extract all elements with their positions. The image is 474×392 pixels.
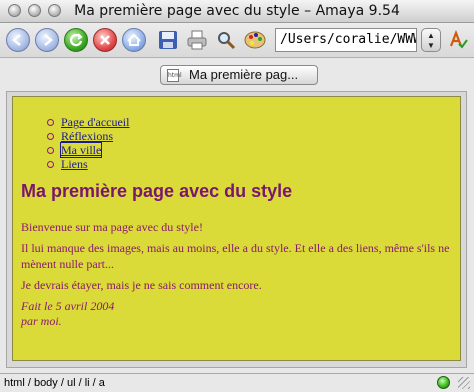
tab-bar: html Ma première pag... xyxy=(0,58,474,92)
welcome-paragraph: Bienvenue sur ma page avec du style! xyxy=(21,220,203,234)
style-paragraph: Il lui manque des images, mais au moins,… xyxy=(21,241,450,271)
list-item: Réflexions xyxy=(47,129,129,143)
url-input[interactable]: /Users/coralie/WWW/ xyxy=(275,28,417,52)
bullet-icon xyxy=(47,119,54,126)
url-history-stepper[interactable]: ▲ ▼ xyxy=(421,28,441,52)
page-heading: Ma première page avec du style xyxy=(21,181,293,201)
stop-icon[interactable] xyxy=(93,28,117,52)
window-title: Ma première page avec du style – Amaya 9… xyxy=(74,3,400,19)
resize-grip-icon[interactable] xyxy=(458,377,470,389)
title-bar: Ma première page avec du style – Amaya 9… xyxy=(0,0,474,23)
document-view[interactable]: Page d'accueil Réflexions Ma ville Liens… xyxy=(12,96,461,361)
forward-icon[interactable] xyxy=(35,28,59,52)
print-icon[interactable] xyxy=(185,28,209,52)
link-ma-ville[interactable]: Ma ville xyxy=(59,142,103,158)
element-path[interactable]: html / body / ul / li / a xyxy=(4,375,105,392)
link-liens[interactable]: Liens xyxy=(61,157,88,171)
bullet-icon xyxy=(47,133,54,140)
nav-list: Page d'accueil Réflexions Ma ville Liens xyxy=(47,115,129,171)
link-reflexions[interactable]: Réflexions xyxy=(61,129,113,143)
spell-check-icon[interactable] xyxy=(446,28,470,52)
palette-icon[interactable] xyxy=(243,28,267,52)
list-item: Ma ville xyxy=(47,142,129,158)
signature-author: par moi. xyxy=(21,314,62,328)
html-file-icon: html xyxy=(167,69,182,82)
list-item: Page d'accueil xyxy=(47,115,129,129)
status-indicator-icon xyxy=(437,376,450,389)
signature-date: Fait le 5 avril 2004 xyxy=(21,299,115,313)
home-icon[interactable] xyxy=(122,28,146,52)
status-bar: html / body / ul / li / a xyxy=(0,373,474,392)
find-icon[interactable] xyxy=(214,28,238,52)
todo-paragraph: Je devrais étayer, mais je ne sais comme… xyxy=(21,278,262,292)
bullet-icon xyxy=(47,147,54,154)
list-item: Liens xyxy=(47,157,129,171)
reload-icon[interactable] xyxy=(64,28,88,52)
save-icon[interactable] xyxy=(156,28,180,52)
back-icon[interactable] xyxy=(6,28,30,52)
tab-document[interactable]: html Ma première pag... xyxy=(160,65,318,85)
bullet-icon xyxy=(47,161,54,168)
toolbar: /Users/coralie/WWW/ ▲ ▼ xyxy=(0,23,474,58)
tab-label: Ma première pag... xyxy=(189,67,299,82)
link-home[interactable]: Page d'accueil xyxy=(61,115,129,129)
